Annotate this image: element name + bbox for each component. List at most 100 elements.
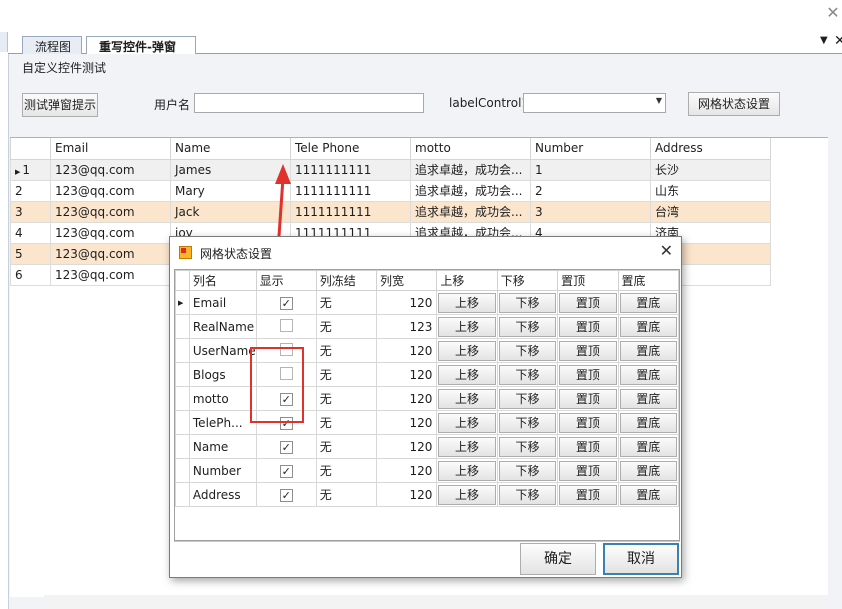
row-header[interactable]: 6 (10, 263, 51, 286)
move-down-button[interactable]: 下移 (498, 412, 557, 433)
visible-checkbox[interactable]: ✓ (279, 488, 293, 502)
cell-column-name[interactable]: Name (188, 434, 257, 459)
cell-email[interactable]: 123@qq.com (50, 221, 171, 244)
settings-row[interactable]: Name ✓ 无 120 上移 下移 置顶 置底 (175, 434, 680, 459)
tab-popup-controls[interactable]: 重写控件-弹窗类 (86, 36, 196, 71)
visible-checkbox[interactable] (279, 318, 293, 332)
grid-settings-button[interactable]: 网格状态设置 (688, 92, 780, 116)
move-up-button[interactable]: 上移 (438, 436, 496, 457)
label-control-combo[interactable]: ▼ (523, 93, 666, 113)
cell-address[interactable]: 长沙 (650, 158, 771, 181)
row-header[interactable] (175, 386, 190, 411)
row-header[interactable] (175, 410, 190, 435)
move-bottom-button[interactable]: 置底 (619, 460, 677, 481)
cell-column-name[interactable]: Email (188, 290, 257, 315)
row-header[interactable]: 4 (10, 221, 51, 244)
cell-column-name[interactable]: RealName (188, 314, 257, 339)
cell-width[interactable]: 120 (375, 410, 438, 435)
cell-phone[interactable]: 1111111111 (290, 200, 411, 223)
cell-width[interactable]: 120 (375, 290, 438, 315)
chevron-down-icon[interactable]: ▼ (656, 96, 662, 105)
visible-checkbox[interactable]: ✓ (279, 440, 293, 454)
cell-width[interactable]: 120 (375, 362, 438, 387)
cell-frozen[interactable]: 无 (315, 410, 377, 435)
move-top-button[interactable]: 置顶 (559, 388, 617, 409)
cell-email[interactable]: 123@qq.com (50, 158, 171, 181)
row-header[interactable] (175, 338, 190, 363)
move-up-button[interactable]: 上移 (438, 484, 496, 505)
move-down-button[interactable]: 下移 (498, 364, 557, 385)
column-settings-grid[interactable]: 列名 显示 列冻结 列宽 上移 下移 置顶 置底 ▶ Email ✓ 无 120 上移 下移… (174, 269, 680, 541)
move-bottom-button[interactable]: 置底 (619, 388, 677, 409)
cancel-button[interactable]: 取消 (603, 543, 679, 575)
move-bottom-button[interactable]: 置底 (619, 484, 677, 505)
column-header-email[interactable]: Email (50, 138, 171, 160)
move-bottom-button[interactable]: 置底 (619, 292, 677, 313)
move-down-button[interactable]: 下移 (498, 484, 557, 505)
cell-address[interactable]: 山东 (650, 179, 771, 202)
visible-checkbox[interactable]: ✓ (279, 464, 293, 478)
row-header[interactable]: 5 (10, 242, 51, 265)
cell-frozen[interactable]: 无 (315, 482, 377, 507)
cell-phone[interactable]: 1111111111 (290, 158, 411, 181)
move-up-button[interactable]: 上移 (438, 364, 496, 385)
row-header[interactable] (175, 314, 190, 339)
cell-frozen[interactable]: 无 (315, 458, 377, 483)
row-header[interactable]: 3 (10, 200, 51, 223)
move-top-button[interactable]: 置顶 (559, 412, 617, 433)
cell-width[interactable]: 120 (375, 386, 438, 411)
column-header-phone[interactable]: Tele Phone (290, 138, 411, 160)
move-down-button[interactable]: 下移 (498, 436, 557, 457)
column-header-name[interactable]: Name (170, 138, 291, 160)
row-header[interactable] (175, 482, 190, 507)
move-top-button[interactable]: 置顶 (559, 340, 617, 361)
settings-row[interactable]: Number ✓ 无 120 上移 下移 置顶 置底 (175, 458, 680, 483)
cell-frozen[interactable]: 无 (315, 314, 377, 339)
move-top-button[interactable]: 置顶 (559, 364, 617, 385)
cell-number[interactable]: 2 (530, 179, 651, 202)
cell-column-name[interactable]: TelePh... (188, 410, 257, 435)
table-row[interactable]: 2 123@qq.com Mary 1111111111 追求卓越，成功会... 2 山东 (10, 179, 771, 202)
move-up-button[interactable]: 上移 (438, 412, 496, 433)
cell-email[interactable]: 123@qq.com (50, 263, 171, 286)
move-bottom-button[interactable]: 置底 (619, 316, 677, 337)
move-top-button[interactable]: 置顶 (559, 484, 617, 505)
cell-email[interactable]: 123@qq.com (50, 242, 171, 265)
cell-column-name[interactable]: motto (188, 386, 257, 411)
test-popup-button[interactable]: 测试弹窗提示 (22, 93, 98, 117)
cell-frozen[interactable]: 无 (315, 290, 377, 315)
cell-email[interactable]: 123@qq.com (50, 179, 171, 202)
row-header[interactable] (175, 362, 190, 387)
tab-list-dropdown-icon[interactable]: ▼ (820, 35, 828, 46)
horizontal-scrollbar[interactable] (44, 595, 828, 609)
move-up-button[interactable]: 上移 (438, 316, 496, 337)
cell-phone[interactable]: 1111111111 (290, 179, 411, 202)
cell-motto[interactable]: 追求卓越，成功会... (410, 179, 531, 202)
cell-frozen[interactable]: 无 (315, 338, 377, 363)
move-top-button[interactable]: 置顶 (559, 292, 617, 313)
cell-width[interactable]: 123 (375, 314, 438, 339)
row-header[interactable]: 2 (10, 179, 51, 202)
cell-column-name[interactable]: Address (188, 482, 257, 507)
column-header-address[interactable]: Address (650, 138, 771, 160)
settings-row[interactable]: ▶ Email ✓ 无 120 上移 下移 置顶 置底 (175, 290, 680, 315)
settings-row[interactable]: Address ✓ 无 120 上移 下移 置顶 置底 (175, 482, 680, 507)
row-header[interactable]: ▶ (175, 290, 190, 315)
column-header-motto[interactable]: motto (410, 138, 531, 160)
username-input[interactable] (194, 93, 424, 113)
move-down-button[interactable]: 下移 (498, 316, 557, 337)
move-top-button[interactable]: 置顶 (559, 436, 617, 457)
cell-motto[interactable]: 追求卓越，成功会... (410, 158, 531, 181)
close-icon[interactable]: ✕ (660, 241, 673, 260)
move-top-button[interactable]: 置顶 (559, 460, 617, 481)
row-header[interactable] (175, 434, 190, 459)
cell-width[interactable]: 120 (375, 434, 438, 459)
move-up-button[interactable]: 上移 (438, 460, 496, 481)
move-bottom-button[interactable]: 置底 (619, 340, 677, 361)
cell-email[interactable]: 123@qq.com (50, 200, 171, 223)
move-down-button[interactable]: 下移 (498, 292, 557, 313)
move-up-button[interactable]: 上移 (438, 340, 496, 361)
move-up-button[interactable]: 上移 (438, 388, 496, 409)
move-top-button[interactable]: 置顶 (559, 316, 617, 337)
cell-width[interactable]: 120 (375, 482, 438, 507)
